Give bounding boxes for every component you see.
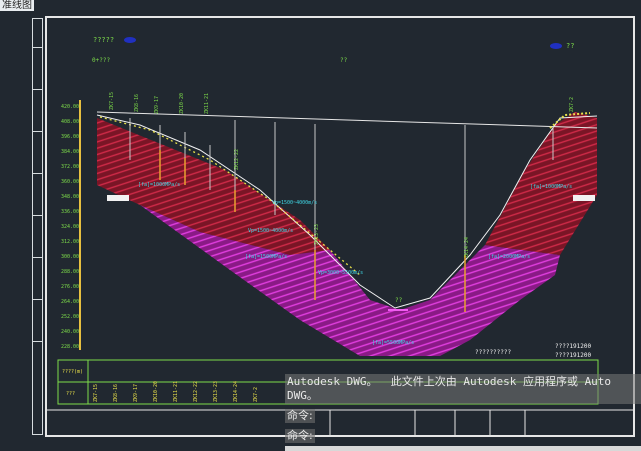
- command-input-bar[interactable]: [285, 446, 641, 451]
- drawing-text: 372.00: [61, 164, 79, 170]
- drawing-text: 228.00: [61, 344, 79, 350]
- drawing-text: ???: [66, 391, 75, 397]
- drawing-text: 252.00: [61, 314, 79, 320]
- drawing-text: [fa]=5500MPa/s: [372, 340, 414, 346]
- red-layer-left: [97, 118, 330, 255]
- drawing-text: Vp=1500~4000m/s: [248, 228, 293, 234]
- drawing-text: ZK13-23: [213, 381, 219, 402]
- drawing-text: ZK11-21: [204, 93, 210, 114]
- drawing-text: ZK8-16: [113, 384, 119, 402]
- drawing-text: ZK11-21: [173, 381, 179, 402]
- drawing-text: ZK10-20: [153, 381, 159, 402]
- drawing-text: ZK12-22: [193, 381, 199, 402]
- drawing-text: 300.00: [61, 254, 79, 260]
- drawing-text: 420.00: [61, 104, 79, 110]
- drawing-text: 396.00: [61, 134, 79, 140]
- drawing-text: ZK10-20: [179, 93, 185, 114]
- drawing-text: [fa]=1500MPa/s: [245, 254, 287, 260]
- drawing-text: ????191200: [555, 352, 592, 359]
- drawing-text: [fa]=2000MPa/s: [488, 254, 530, 260]
- survey-line: [96, 111, 598, 129]
- command-prompt-2[interactable]: 命令:: [285, 429, 315, 443]
- drawing-text: ZK14-24: [464, 237, 470, 258]
- drawing-text: ZK13-23: [314, 224, 320, 245]
- drawing-text: ZK8-16: [134, 94, 140, 112]
- drawing-text: 348.00: [61, 194, 79, 200]
- drawing-text: 312.00: [61, 239, 79, 245]
- drawing-text: 264.00: [61, 299, 79, 305]
- drawing-text: ????191200: [555, 343, 592, 350]
- drawing-text: ZK9-17: [154, 96, 160, 114]
- drawing-text: 240.00: [61, 329, 79, 335]
- drawing-text: Vp=1500~4000m/s: [272, 200, 317, 206]
- north-mark-right: [550, 43, 562, 49]
- valley-label: ??: [395, 297, 403, 304]
- drawing-text: ZK7-15: [109, 92, 115, 110]
- drawing-text: ZK14-24: [233, 381, 239, 402]
- drawing-text: Vp=3000~5500m/s: [318, 270, 363, 276]
- drawing-text: ????(m): [62, 369, 83, 375]
- drawing-text: 336.00: [61, 209, 79, 215]
- section-label: ??: [340, 57, 348, 64]
- command-prompt-1: 命令:: [285, 409, 315, 423]
- section-label: 0+???: [92, 57, 110, 64]
- drawing-text: ZK7-15: [93, 384, 99, 402]
- drawing-text: ??????????: [475, 349, 512, 356]
- drawing-text: ZK12-22: [234, 149, 240, 170]
- north-mark-left: [124, 37, 136, 43]
- drawing-text: ZK7-2: [569, 97, 575, 112]
- drawing-text: 360.00: [61, 179, 79, 185]
- command-history-text: Autodesk DWG。 此文件上次由 Autodesk 应用程序或 Auto…: [287, 375, 612, 402]
- drawing-text: ZK7-2: [253, 387, 259, 402]
- top-left-label: ?????: [93, 36, 114, 44]
- drawing-text: 408.00: [61, 119, 79, 125]
- autocad-window: 准线图 420.00 408.00 396.00 384.00 372.00 3…: [0, 0, 641, 451]
- drawing-text: 324.00: [61, 224, 79, 230]
- drawing-text: [fa]=1000MPa/s: [530, 184, 572, 190]
- drawing-text: 384.00: [61, 149, 79, 155]
- top-right-label: ??: [566, 42, 574, 50]
- drawing-text: ZK9-17: [133, 384, 139, 402]
- drawing-text: 288.00: [61, 269, 79, 275]
- drawing-text: 276.00: [61, 284, 79, 290]
- drawing-text: [fa]=1000MPa/s: [138, 182, 180, 188]
